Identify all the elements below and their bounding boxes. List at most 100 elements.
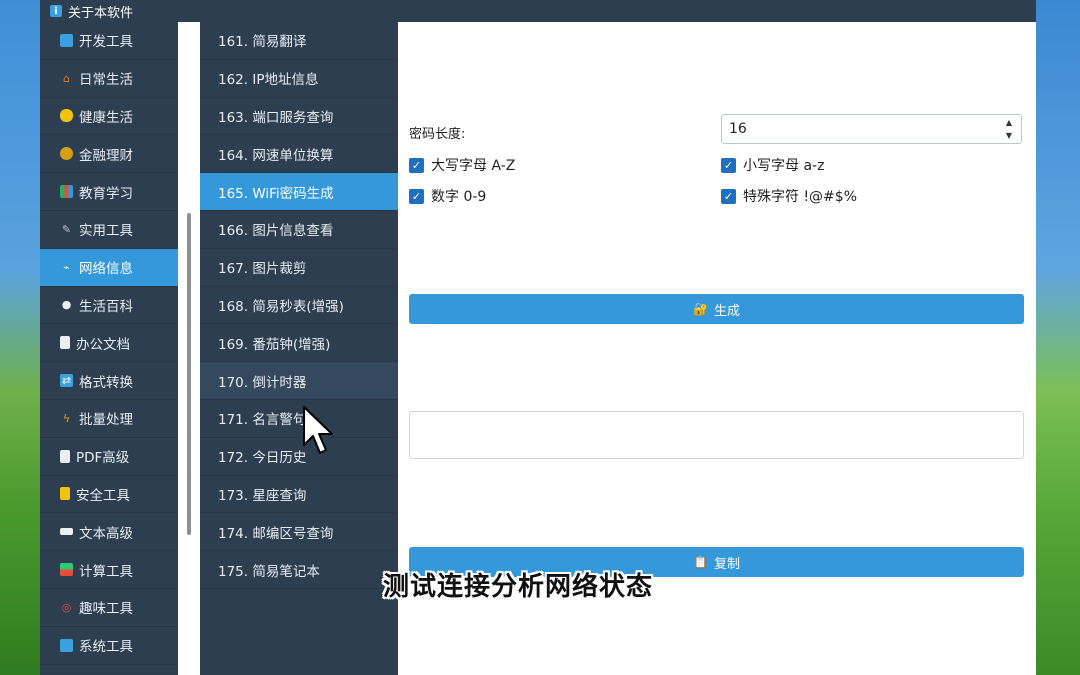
sidebar-item-label: 办公文档 <box>76 336 130 353</box>
sidebar-item-security[interactable]: 安全工具 <box>40 476 178 514</box>
checkmark-icon[interactable]: ✓ <box>721 157 736 173</box>
tool-item[interactable]: 162. IP地址信息 <box>200 60 398 98</box>
lock-icon <box>60 487 70 501</box>
length-spinbox[interactable]: 16 ▲ ▼ <box>721 114 1022 144</box>
document-icon <box>60 336 70 350</box>
password-output[interactable] <box>409 411 1024 459</box>
tools-icon: ✎ <box>61 222 72 236</box>
sidebar-item-format-convert[interactable]: ⇄ 格式转换 <box>40 362 178 400</box>
checkbox-label: 特殊字符 !@#$% <box>743 189 858 205</box>
checkbox-label: 大写字母 A-Z <box>431 158 516 174</box>
info-icon: i <box>50 5 62 17</box>
muscle-icon <box>60 109 73 123</box>
sidebar-item-label: 系统工具 <box>79 639 133 656</box>
sidebar-item-system[interactable]: 系统工具 <box>40 627 178 665</box>
sidebar-item-label: 批量处理 <box>79 412 133 429</box>
sidebar-item-label: 开发工具 <box>79 34 133 51</box>
sidebar-item-text[interactable]: 文本高级 <box>40 513 178 552</box>
sidebar-item-label: 计算工具 <box>79 563 133 580</box>
category-sidebar: 开发工具 ⌂ 日常生活 健康生活 金融理财 教育学习 ✎ 实用工具 ⌁ 网络信息 ● 生… <box>40 22 178 675</box>
sidebar-item-calculator[interactable]: 计算工具 <box>40 551 178 589</box>
sidebar-item-fun[interactable]: ◎ 趣味工具 <box>40 589 178 627</box>
calculator-icon <box>60 563 73 577</box>
lightning-icon: ϟ <box>62 411 71 425</box>
tool-item[interactable]: 172. 今日历史 <box>200 438 398 476</box>
sidebar-item-office[interactable]: 办公文档 <box>40 324 178 363</box>
sidebar-item-label: 文本高级 <box>79 525 133 542</box>
window-title[interactable]: 关于本软件 <box>68 2 133 21</box>
sidebar-item-label: PDF高级 <box>76 450 130 467</box>
tool-item-hover[interactable]: 170. 倒计时器 <box>200 362 398 400</box>
sidebar-item-label: 金融理财 <box>79 147 133 164</box>
satellite-icon: ⌁ <box>63 260 70 274</box>
sidebar-item-label: 教育学习 <box>79 185 133 202</box>
lowercase-checkbox[interactable]: ✓ 小写字母 a-z <box>721 155 824 175</box>
sidebar-item-health[interactable]: 健康生活 <box>40 98 178 136</box>
checkbox-label: 数字 0-9 <box>431 189 487 205</box>
title-bar: i 关于本软件 <box>40 0 1036 22</box>
checkmark-icon[interactable]: ✓ <box>721 188 736 204</box>
desktop-background-left <box>0 0 40 675</box>
sidebar-item-label: 趣味工具 <box>79 601 133 618</box>
length-label: 密码长度: <box>409 127 466 142</box>
target-icon: ◎ <box>61 600 72 614</box>
sidebar-item-label: 实用工具 <box>79 223 133 240</box>
spin-down-icon[interactable]: ▼ <box>1006 130 1012 141</box>
uppercase-checkbox[interactable]: ✓ 大写字母 A-Z <box>409 155 515 175</box>
dot-icon: ● <box>61 298 72 312</box>
video-subtitle: 测试连接分析网络状态 <box>383 572 654 602</box>
tool-item[interactable]: 166. 图片信息查看 <box>200 211 398 249</box>
desktop-background-right <box>1036 0 1080 675</box>
sidebar-item-label: 格式转换 <box>79 374 133 391</box>
tool-item[interactable]: 164. 网速单位换算 <box>200 135 398 174</box>
spin-buttons[interactable]: ▲ ▼ <box>999 117 1019 141</box>
tool-item[interactable]: 168. 简易秒表(增强) <box>200 287 398 325</box>
sidebar-item-pdf[interactable]: PDF高级 <box>40 438 178 476</box>
sidebar-item-label: 生活百科 <box>79 298 133 315</box>
lock-icon: 🔐 <box>693 302 708 316</box>
tool-item-active[interactable]: 165. WiFi密码生成 <box>200 173 398 211</box>
clipboard-icon: 📋 <box>693 555 708 569</box>
convert-icon: ⇄ <box>60 374 73 388</box>
tool-item[interactable]: 174. 邮编区号查询 <box>200 513 398 552</box>
digits-checkbox[interactable]: ✓ 数字 0-9 <box>409 186 486 206</box>
spin-up-icon[interactable]: ▲ <box>1006 117 1012 128</box>
generate-label: 生成 <box>713 303 740 319</box>
sidebar-item-education[interactable]: 教育学习 <box>40 173 178 211</box>
keyboard-icon <box>60 528 73 536</box>
house-icon: ⌂ <box>63 71 70 85</box>
sidebar-item-label: 网络信息 <box>79 261 133 278</box>
computer-icon <box>60 638 73 652</box>
tool-item[interactable]: 161. 简易翻译 <box>200 22 398 60</box>
tool-list: 161. 简易翻译 162. IP地址信息 163. 端口服务查询 164. 网… <box>200 22 398 675</box>
sidebar-item-daily-life[interactable]: ⌂ 日常生活 <box>40 60 178 98</box>
sidebar-item-batch[interactable]: ϟ 批量处理 <box>40 400 178 438</box>
tool-item[interactable]: 167. 图片裁剪 <box>200 249 398 287</box>
sidebar-item-network[interactable]: ⌁ 网络信息 <box>40 248 178 287</box>
tool-item[interactable]: 175. 简易笔记本 <box>200 551 398 589</box>
sidebar-item-label: 健康生活 <box>79 109 133 126</box>
sidebar-item-label: 日常生活 <box>79 72 133 89</box>
sidebar-scrollbar[interactable] <box>187 213 191 535</box>
sidebar-item-utilities[interactable]: ✎ 实用工具 <box>40 211 178 249</box>
checkbox-label: 小写字母 a-z <box>743 158 825 174</box>
sidebar-item-encyclopedia[interactable]: ● 生活百科 <box>40 287 178 325</box>
tool-item[interactable]: 163. 端口服务查询 <box>200 98 398 136</box>
monitor-icon <box>60 33 73 47</box>
sidebar-item-dev-tools[interactable]: 开发工具 <box>40 22 178 60</box>
tool-item[interactable]: 171. 名言警句 <box>200 400 398 438</box>
special-chars-checkbox[interactable]: ✓ 特殊字符 !@#$% <box>721 186 857 206</box>
generate-button[interactable]: 🔐 生成 <box>409 294 1024 324</box>
copy-label: 复制 <box>713 556 740 572</box>
books-icon <box>60 185 73 199</box>
length-value[interactable]: 16 <box>729 121 747 137</box>
tool-item[interactable]: 169. 番茄钟(增强) <box>200 324 398 363</box>
money-bag-icon <box>60 147 73 161</box>
checkmark-icon[interactable]: ✓ <box>409 188 424 204</box>
pdf-icon <box>60 449 70 463</box>
checkmark-icon[interactable]: ✓ <box>409 157 424 173</box>
mouse-cursor-icon <box>303 406 333 454</box>
tool-item[interactable]: 173. 星座查询 <box>200 476 398 514</box>
sidebar-item-finance[interactable]: 金融理财 <box>40 135 178 174</box>
sidebar-item-label: 安全工具 <box>76 487 130 504</box>
